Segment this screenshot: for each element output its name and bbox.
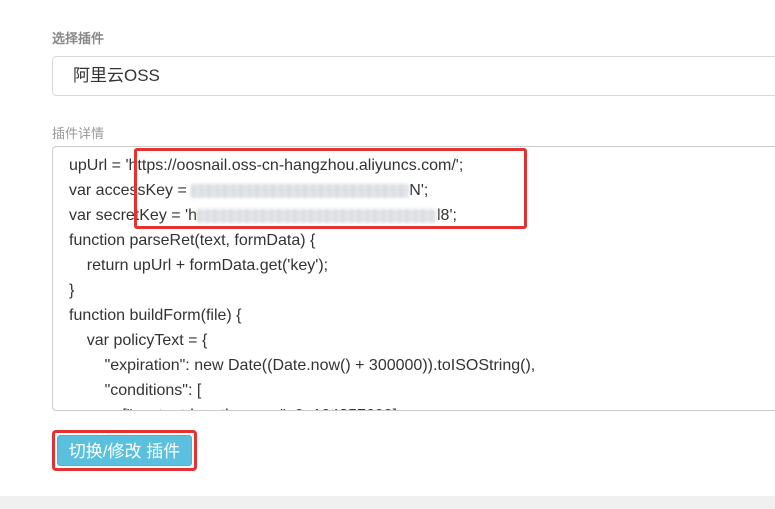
code-text: l8'; bbox=[437, 207, 457, 224]
code-line: function buildForm(file) { bbox=[69, 307, 242, 324]
redacted-access-key bbox=[191, 183, 410, 198]
code-line: function parseRet(text, formData) { bbox=[69, 232, 316, 249]
code-line: upUrl = 'https://oosnail.oss-cn-hangzhou… bbox=[69, 157, 464, 174]
code-line: return upUrl + formData.get('key'); bbox=[69, 257, 329, 274]
code-line: } bbox=[69, 282, 75, 299]
select-plugin-label: 选择插件 bbox=[52, 31, 105, 46]
code-text: var accessKey = bbox=[69, 182, 192, 199]
code-line: var policyText = { bbox=[69, 332, 208, 349]
code-text: N'; bbox=[409, 182, 429, 199]
plugin-code-editor[interactable]: upUrl = 'https://oosnail.oss-cn-hangzhou… bbox=[52, 146, 775, 411]
switch-plugin-button[interactable]: 切换/修改 插件 bbox=[57, 435, 192, 466]
button-annotation-box: 切换/修改 插件 bbox=[52, 430, 197, 471]
selected-plugin-value: 阿里云OSS bbox=[73, 66, 160, 85]
footer-strip bbox=[0, 496, 775, 509]
code-line: "expiration": new Date((Date.now() + 300… bbox=[69, 357, 536, 374]
plugin-select[interactable]: 阿里云OSS bbox=[52, 56, 775, 96]
code-line-access-key: var accessKey = N'; bbox=[69, 178, 535, 203]
code-line: ["content-length-range", 0, 104857600] bbox=[69, 403, 535, 410]
code-line-secret-key: var secretKey = 'h l8'; bbox=[69, 203, 535, 228]
code-lines: upUrl = 'https://oosnail.oss-cn-hangzhou… bbox=[69, 153, 536, 410]
code-line: "conditions": [ bbox=[69, 382, 202, 399]
redacted-secret-key bbox=[197, 208, 437, 223]
plugin-detail-label: 插件详情 bbox=[52, 126, 105, 141]
code-text: var secretKey = 'h bbox=[69, 207, 197, 224]
